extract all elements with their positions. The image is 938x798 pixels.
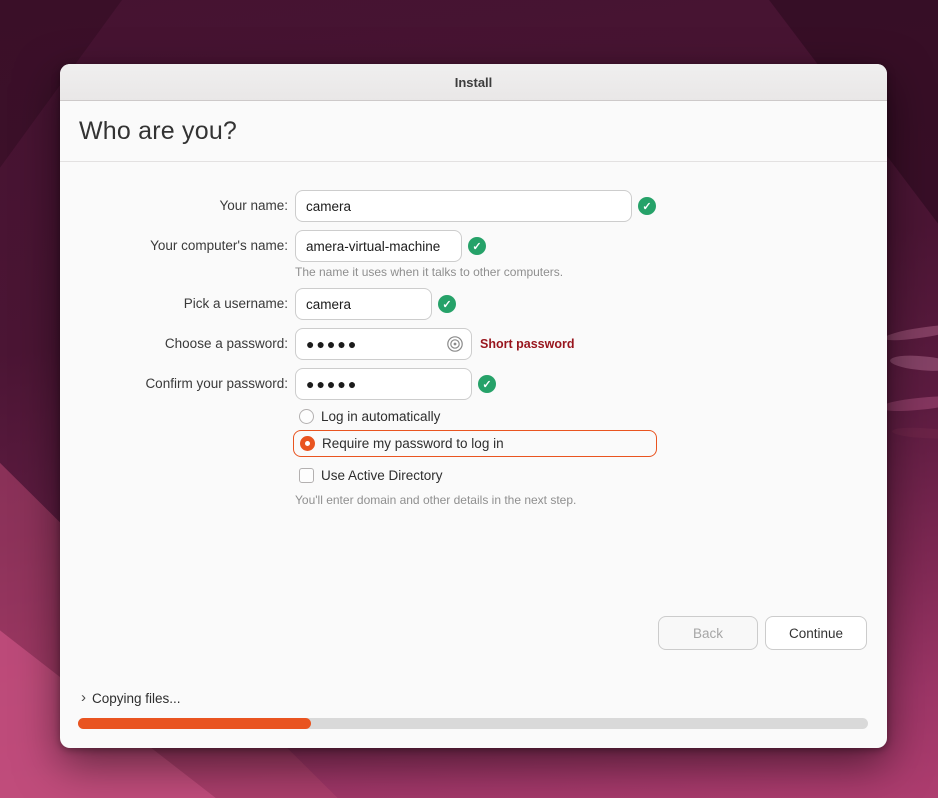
- short-password-warning: Short password: [480, 328, 574, 360]
- install-progress-fill: [78, 718, 311, 729]
- wallpaper-jellyfish-streak: [892, 426, 938, 440]
- username-valid-check-icon: ✓: [438, 295, 456, 313]
- radio-unselected-icon: [299, 409, 314, 424]
- computer-name-input[interactable]: [295, 230, 462, 262]
- use-active-directory-label: Use Active Directory: [321, 468, 443, 483]
- computer-name-label: Your computer's name:: [150, 230, 288, 262]
- back-button[interactable]: Back: [658, 616, 758, 650]
- login-automatically-label: Log in automatically: [321, 409, 440, 424]
- chevron-right-icon: ›: [81, 690, 86, 706]
- page-header: Who are you?: [60, 101, 887, 162]
- reveal-password-eye-icon[interactable]: [446, 335, 464, 353]
- confirm-password-valid-check-icon: ✓: [478, 375, 496, 393]
- computer-name-valid-check-icon: ✓: [468, 237, 486, 255]
- window-title: Install: [455, 75, 493, 90]
- require-password-label: Require my password to log in: [322, 436, 504, 451]
- confirm-password-label: Confirm your password:: [145, 368, 288, 400]
- wallpaper-jellyfish-streak: [884, 323, 938, 343]
- username-input[interactable]: [295, 288, 432, 320]
- copying-files-label: Copying files...: [92, 691, 181, 706]
- your-name-valid-check-icon: ✓: [638, 197, 656, 215]
- active-directory-helper-text: You'll enter domain and other details in…: [295, 493, 576, 507]
- checkbox-unchecked-icon: [299, 468, 314, 483]
- computer-name-helper-text: The name it uses when it talks to other …: [295, 265, 563, 279]
- copying-files-expander[interactable]: › Copying files...: [81, 690, 181, 706]
- password-label: Choose a password:: [165, 328, 288, 360]
- confirm-password-input[interactable]: [295, 368, 472, 400]
- wallpaper-jellyfish-streak: [889, 353, 938, 373]
- login-automatically-radio[interactable]: Log in automatically: [299, 409, 440, 424]
- install-progress-bar: [78, 718, 868, 729]
- installer-window: Install Who are you? Your name: ✓ Your c…: [60, 64, 887, 748]
- continue-button[interactable]: Continue: [765, 616, 867, 650]
- wallpaper-jellyfish-streak: [880, 395, 938, 413]
- use-active-directory-checkbox[interactable]: Use Active Directory: [299, 468, 443, 483]
- radio-selected-icon: [300, 436, 315, 451]
- your-name-label: Your name:: [219, 190, 288, 222]
- your-name-input[interactable]: [295, 190, 632, 222]
- page-title: Who are you?: [79, 117, 237, 146]
- require-password-radio[interactable]: Require my password to log in: [293, 430, 657, 457]
- username-label: Pick a username:: [184, 288, 288, 320]
- desktop: { "titlebar": { "title": "Install" }, "p…: [0, 0, 938, 798]
- window-titlebar[interactable]: Install: [60, 64, 887, 101]
